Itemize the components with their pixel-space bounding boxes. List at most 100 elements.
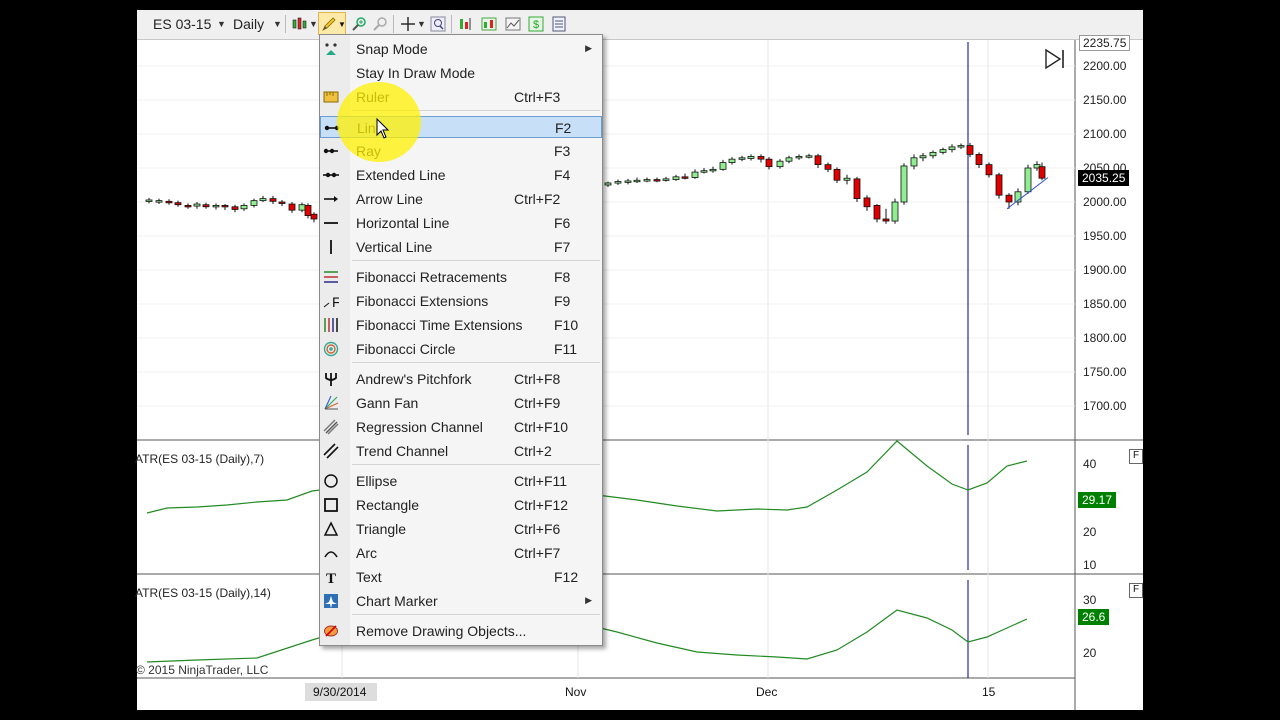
period-selector[interactable]: Daily xyxy=(233,16,264,32)
menu-item-triangle[interactable]: Triangle Ctrl+F6 xyxy=(320,518,602,540)
candle-body xyxy=(165,200,173,204)
menu-item-rectangle[interactable]: Rectangle Ctrl+F12 xyxy=(320,494,602,516)
candle-body xyxy=(975,154,983,166)
menu-item-extended-line[interactable]: Extended Line F4 xyxy=(320,164,602,186)
properties-icon[interactable] xyxy=(551,16,567,32)
bars-type-icon[interactable] xyxy=(292,16,308,32)
crosshair-dropdown-icon[interactable]: ▼ xyxy=(417,19,426,29)
menu-item-fibonacci-time-extensions[interactable]: Fibonacci Time Extensions F10 xyxy=(320,314,602,336)
menu-item-label: Fibonacci Circle xyxy=(356,341,456,357)
candle-body xyxy=(957,145,965,148)
submenu-arrow-icon: ▶ xyxy=(585,595,592,605)
candle-body xyxy=(681,176,689,179)
candle-body xyxy=(853,178,861,200)
strategy-icon[interactable] xyxy=(505,16,521,32)
menu-item-label: Vertical Line xyxy=(356,239,433,255)
horizontal-line-icon xyxy=(324,222,338,224)
scroll-to-end-icon[interactable] xyxy=(1044,48,1066,70)
candle-body xyxy=(939,149,947,153)
menu-item-label: Stay In Draw Mode xyxy=(356,65,476,81)
bars-type-dropdown-icon[interactable]: ▼ xyxy=(309,19,318,29)
menu-item-gann-fan[interactable]: Gann Fan Ctrl+F9 xyxy=(320,392,602,414)
candle-body xyxy=(259,198,267,202)
atr7-tick-label: 10 xyxy=(1083,558,1097,572)
atr14-pane-flag[interactable]: F xyxy=(1129,583,1143,598)
menu-item-shortcut: F2 xyxy=(555,120,572,136)
candle-body xyxy=(184,204,192,208)
fibonacci-extensions-icon: F xyxy=(323,294,339,309)
menu-item-text[interactable]: T Text F12 xyxy=(320,566,602,588)
menu-separator xyxy=(352,260,600,261)
data-box-icon[interactable] xyxy=(481,16,497,32)
candle-body xyxy=(653,179,661,182)
price-tick-label: 1950.00 xyxy=(1083,229,1127,243)
price-tick-label: 1750.00 xyxy=(1083,365,1127,379)
menu-item-arc[interactable]: Arc Ctrl+F7 xyxy=(320,542,602,564)
menu-item-ray[interactable]: Ray F3 xyxy=(320,140,602,162)
menu-item-shortcut: F3 xyxy=(554,143,571,159)
menu-item-label: Triangle xyxy=(356,521,407,537)
candle-body xyxy=(298,204,306,211)
period-dropdown-icon[interactable]: ▼ xyxy=(273,19,282,29)
menu-item-line[interactable]: Line F2 xyxy=(320,116,602,138)
chart-toolbar: ES 03-15 ▼ Daily ▼ ▼ ▼ ▼ $ xyxy=(137,10,1143,40)
atr14-tick-label: 20 xyxy=(1083,646,1097,660)
menu-item-vertical-line[interactable]: Vertical Line F7 xyxy=(320,236,602,258)
candle-body xyxy=(985,164,993,176)
submenu-arrow-icon: ▶ xyxy=(585,43,592,53)
menu-item-regression-channel[interactable]: Regression Channel Ctrl+F10 xyxy=(320,416,602,438)
draw-tool-button[interactable]: ▼ xyxy=(318,12,346,35)
gann-fan-icon xyxy=(324,395,339,410)
price-axis-top-label: 2235.75 xyxy=(1079,35,1131,51)
price-tick-label: 1850.00 xyxy=(1083,297,1127,311)
svg-text:T: T xyxy=(326,571,336,585)
candle-body xyxy=(785,157,793,162)
menu-item-label: Ruler xyxy=(356,89,390,105)
current-price-label: 2035.25 xyxy=(1078,170,1130,186)
menu-separator xyxy=(352,362,600,363)
menu-item-chart-marker[interactable]: Chart Marker ▶ xyxy=(320,590,602,612)
menu-item-snap-mode[interactable]: Snap Mode ▶ xyxy=(320,38,602,60)
drawing-tools-menu: Snap Mode ▶ Stay In Draw Mode Ruler Ctrl+F3 L… xyxy=(319,34,603,646)
menu-item-fibonacci-retracements[interactable]: Fibonacci Retracements F8 xyxy=(320,266,602,288)
text-icon: T xyxy=(326,571,336,585)
fibonacci-retracements-icon xyxy=(324,271,338,283)
menu-item-shortcut: F10 xyxy=(554,317,579,333)
magnify-icon[interactable] xyxy=(430,16,446,32)
ray-icon xyxy=(323,148,338,154)
menu-item-remove-drawing-objects[interactable]: Remove Drawing Objects... xyxy=(320,620,602,642)
candle-body xyxy=(919,155,927,159)
menu-item-label: Arrow Line xyxy=(356,191,423,207)
menu-item-shortcut: Ctrl+F6 xyxy=(514,521,561,537)
instrument-dropdown-icon[interactable]: ▼ xyxy=(217,19,226,29)
dollar-icon[interactable]: $ xyxy=(528,16,544,32)
copyright-text: © 2015 NinjaTrader, LLC xyxy=(136,663,269,677)
menu-item-horizontal-line[interactable]: Horizontal Line F6 xyxy=(320,212,602,234)
menu-item-fibonacci-extensions[interactable]: F Fibonacci Extensions F9 xyxy=(320,290,602,312)
menu-item-shortcut: Ctrl+F11 xyxy=(514,473,568,489)
zoom-in-icon[interactable] xyxy=(351,16,367,32)
candle-body xyxy=(174,202,182,206)
atr7-indicator-label: ATR(ES 03-15 (Daily),7) xyxy=(135,452,265,466)
instrument-selector[interactable]: ES 03-15 xyxy=(153,16,211,32)
candle-body xyxy=(776,160,784,168)
atr7-pane-flag[interactable]: F xyxy=(1129,449,1143,464)
candle-body xyxy=(672,176,680,180)
ellipse-icon xyxy=(324,474,338,488)
menu-item-andrew-s-pitchfork[interactable]: Andrew's Pitchfork Ctrl+F8 xyxy=(320,368,602,390)
menu-item-ruler[interactable]: Ruler Ctrl+F3 xyxy=(320,86,602,108)
menu-item-ellipse[interactable]: Ellipse Ctrl+F11 xyxy=(320,470,602,492)
menu-item-stay-in-draw-mode[interactable]: Stay In Draw Mode xyxy=(320,62,602,84)
zoom-out-icon[interactable] xyxy=(372,16,388,32)
menu-item-arrow-line[interactable]: Arrow Line Ctrl+F2 xyxy=(320,188,602,210)
chart-add-icon[interactable] xyxy=(458,16,474,32)
candle-body xyxy=(221,204,229,208)
candle-body xyxy=(728,158,736,163)
candle-body xyxy=(624,180,632,183)
price-chart[interactable] xyxy=(137,40,1143,710)
remove-drawing-icon xyxy=(324,625,338,637)
candle-body xyxy=(995,174,1003,196)
crosshair-icon[interactable] xyxy=(400,16,416,32)
menu-item-fibonacci-circle[interactable]: Fibonacci Circle F11 xyxy=(320,338,602,360)
menu-item-trend-channel[interactable]: Trend Channel Ctrl+2 xyxy=(320,440,602,462)
